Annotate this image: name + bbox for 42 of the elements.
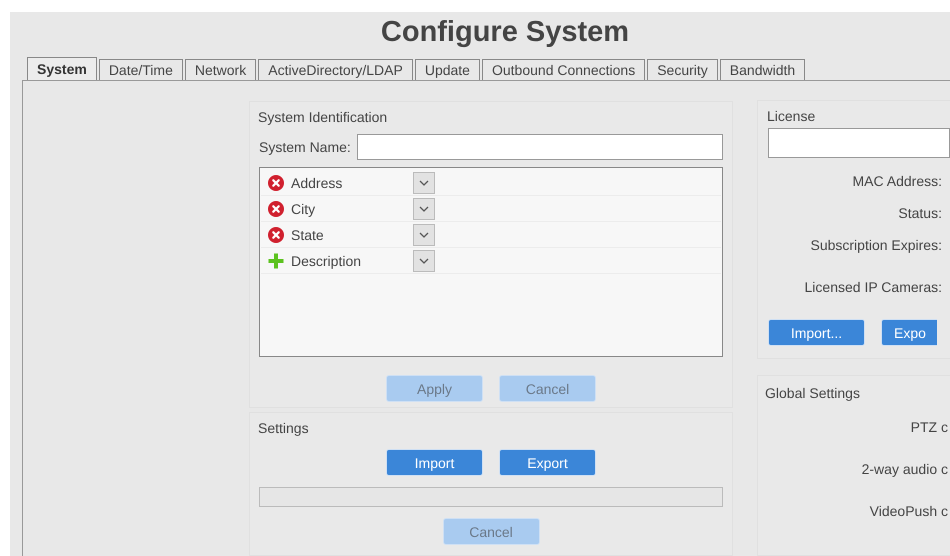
group-title: System Identification <box>258 108 388 126</box>
button[interactable]: Expo <box>881 319 937 346</box>
dropdown-button[interactable] <box>413 250 435 272</box>
field-name: State <box>291 226 325 242</box>
setting-label: 2-way audio c <box>862 460 948 478</box>
remove-icon[interactable] <box>268 174 284 190</box>
dropdown-button[interactable] <box>413 224 435 246</box>
dropdown-button[interactable] <box>413 172 435 194</box>
field-label: Licensed IP Cameras: <box>804 278 942 296</box>
chevron-icon <box>419 206 429 212</box>
group-title: License <box>767 107 816 125</box>
tab[interactable]: System <box>27 57 97 80</box>
remove-icon[interactable] <box>268 226 284 242</box>
field-label: System Name: <box>259 139 351 155</box>
tab[interactable]: Security <box>647 59 718 80</box>
window-title: Configure System <box>380 15 630 50</box>
chevron-icon <box>419 232 429 238</box>
group-title: Global Settings <box>765 384 861 402</box>
tab[interactable]: ActiveDirectory/LDAP <box>258 59 413 80</box>
field-name: Address <box>291 174 344 190</box>
field-label: Subscription Expires: <box>810 236 942 254</box>
remove-icon[interactable] <box>268 200 284 216</box>
tab[interactable]: Date/Time <box>98 59 183 80</box>
field-name: Description <box>291 252 362 268</box>
system-name-field[interactable] <box>356 134 723 160</box>
button[interactable]: Export <box>499 449 596 476</box>
chevron-icon <box>419 180 429 186</box>
tab[interactable]: Outbound Connections <box>482 59 646 80</box>
group-title: Settings <box>258 419 310 437</box>
license-field[interactable] <box>768 128 950 158</box>
tab[interactable]: Network <box>184 59 256 80</box>
field-name: City <box>291 200 316 216</box>
setting-label: VideoPush c <box>870 502 948 520</box>
dropdown-button[interactable] <box>413 198 435 220</box>
tab[interactable]: Bandwidth <box>720 59 806 80</box>
button[interactable]: Import... <box>768 319 865 346</box>
setting-label: PTZ c <box>910 418 948 436</box>
field-label: Status: <box>898 204 942 222</box>
chevron-icon <box>419 258 429 264</box>
button[interactable]: Import <box>386 449 483 476</box>
tab[interactable]: Update <box>414 59 480 80</box>
field-label: MAC Address: <box>852 172 942 190</box>
